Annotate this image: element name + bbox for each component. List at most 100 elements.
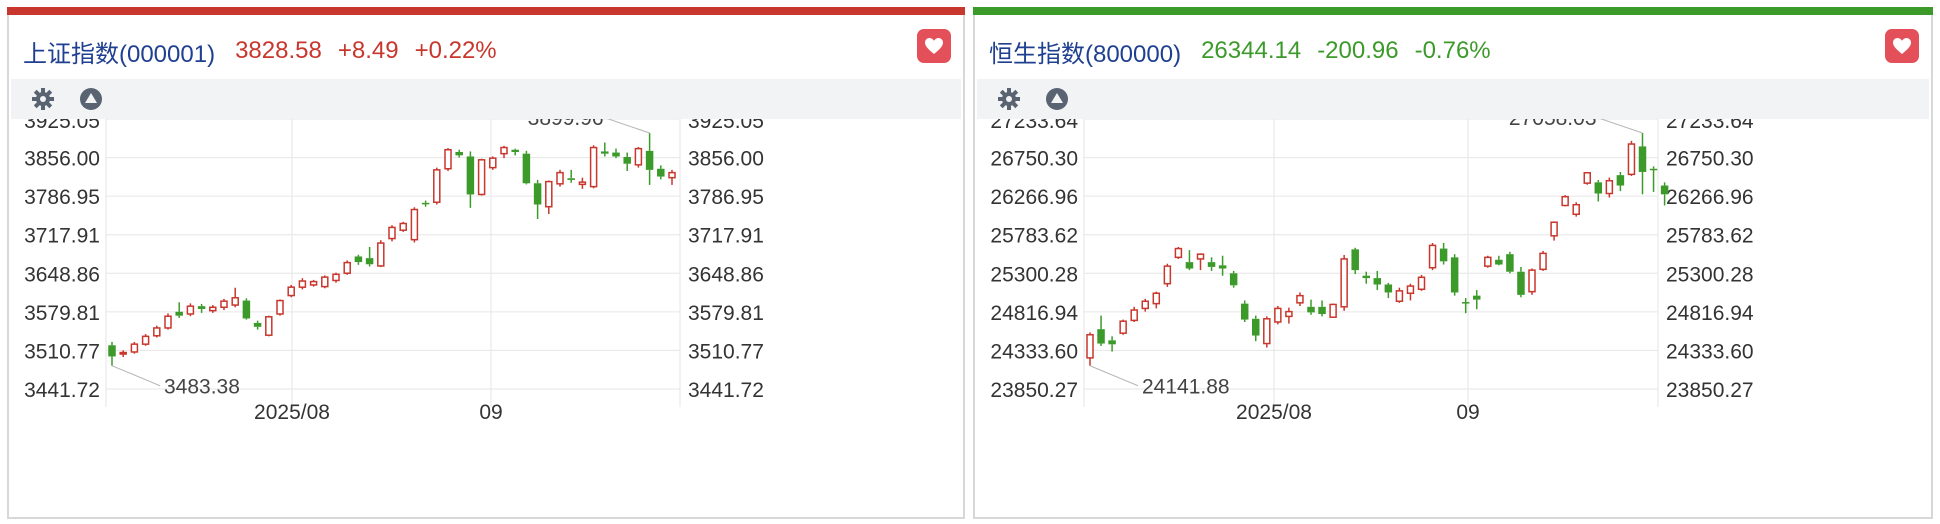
y-tick-label-left: 26750.30 [990,148,1078,171]
y-tick-label-right: 23850.27 [1666,379,1754,402]
price-change: +8.49 [337,37,399,64]
candle-body-down [365,258,374,265]
trend-color-bar [973,7,1933,15]
gear-icon [32,88,54,110]
candle-body-up [1141,300,1149,310]
y-tick-label-right: 27233.64 [1666,119,1754,133]
candle-body-down [1649,168,1658,171]
candle-body-down [1229,273,1238,286]
candlestick-chart[interactable]: 27233.64 27233.64 26750.30 26750.30 26266.96… [975,119,1931,519]
chart-settings-button[interactable] [995,85,1023,113]
candle-body-down [1506,254,1514,272]
candle-body-up [634,147,643,166]
candle-body-down [601,151,609,154]
index-panel-hangseng: 恒生指数(800000) 26344.14 -200.96 -0.76% 272… [973,7,1933,519]
y-tick-label-left: 3717.91 [24,225,100,248]
candle-body-down [1097,329,1105,344]
y-tick-label-right: 3786.95 [688,186,764,209]
candle-body-down [455,151,463,156]
trend-color-bar [7,7,965,15]
collapse-button[interactable] [1043,85,1071,113]
candle-body-down [1108,340,1116,345]
candle-body-up [1274,307,1282,323]
x-tick-label: 09 [479,401,502,424]
candle-body-up [141,335,150,345]
candle-body-up [1130,309,1138,322]
y-tick-label-left: 24333.60 [990,340,1078,363]
y-tick-label-left: 3441.72 [24,379,100,402]
candle-body-up [343,261,351,274]
candle-body-down [1351,249,1359,271]
candle-body-down [1307,306,1315,313]
y-tick-label-left: 25783.62 [990,225,1078,248]
candle-body-down [1384,284,1393,293]
candle-body-up [1627,143,1636,176]
collapse-button[interactable] [77,85,105,113]
y-tick-label-right: 3441.72 [688,379,764,402]
candle-body-down [354,256,363,263]
candle-body-up [410,208,419,241]
y-tick-label-left: 3786.95 [24,186,100,209]
candle-body-up [1539,252,1547,271]
candlestick-chart[interactable]: 3925.05 3925.05 3856.00 3856.00 3786.95 3786.… [9,119,963,519]
last-price: 3828.58 [235,37,322,64]
candle-body-up [1086,334,1094,359]
candle-body-down [533,183,542,205]
candle-body-up [1119,320,1127,334]
candle-body-up [153,327,161,337]
candle-body-up [1550,221,1558,237]
max-annotation-label: 27058.03 [1509,119,1597,130]
candle-body-up [1572,203,1580,216]
candle-body-down [1594,182,1603,194]
candle-body-down [1218,265,1227,269]
chart-settings-button[interactable] [29,85,57,113]
quote-header: 上证指数(000001) 3828.58 +8.49 +0.22% [23,29,513,73]
y-tick-label-right: 26266.96 [1666,186,1754,209]
up-triangle-icon [1046,88,1068,110]
candle-body-down [657,168,665,177]
candle-body-up [1296,294,1304,304]
candle-body-down [1517,271,1525,295]
price-change-percent: -0.76% [1414,37,1491,64]
candle-body-up [1163,265,1172,285]
index-name[interactable]: 恒生指数(800000) [989,34,1181,69]
candle-body-up [1428,244,1437,269]
favorite-button[interactable] [917,29,951,63]
candle-body-down [466,156,475,195]
candle-body-up [477,159,486,196]
y-tick-label-right: 3648.86 [688,263,764,286]
price-change-percent: +0.22% [414,37,497,64]
candle-body-up [220,300,228,309]
candle-body-up [1263,318,1271,345]
y-tick-label-right: 3717.91 [688,225,764,248]
candle-body-up [377,242,385,267]
y-tick-label-left: 23850.27 [990,379,1078,402]
candle-body-down [108,345,116,357]
candle-body-up [332,273,340,282]
y-tick-label-left: 3510.77 [24,340,100,363]
y-tick-label-left: 24816.94 [990,302,1078,325]
candle-body-down [612,152,620,157]
max-annotation-label: 3899.96 [528,119,604,130]
candle-body-up [1406,285,1415,295]
y-tick-label-right: 24333.60 [1666,340,1754,363]
candle-body-up [1285,310,1293,318]
x-tick-label: 2025/08 [254,401,330,424]
candle-body-up [668,171,676,179]
favorite-button[interactable] [1885,29,1919,63]
candle-body-up [1340,258,1348,308]
candle-body-up [309,280,318,286]
index-panel-shanghai: 上证指数(000001) 3828.58 +8.49 +0.22% 3925.0… [7,7,965,519]
candle-body-down [1252,318,1260,336]
candle-body-up [1329,303,1337,318]
min-annotation-leader [1089,365,1139,387]
last-price: 26344.14 [1201,37,1302,64]
candle-body-up [130,343,139,353]
candle-body-up [1152,292,1161,305]
candle-body-up [489,157,497,169]
index-name[interactable]: 上证指数(000001) [23,34,215,69]
candle-body-down [1362,275,1370,279]
candle-body-down [1185,262,1194,269]
y-tick-label-right: 3925.05 [688,119,764,133]
y-tick-label-left: 3856.00 [24,148,100,171]
